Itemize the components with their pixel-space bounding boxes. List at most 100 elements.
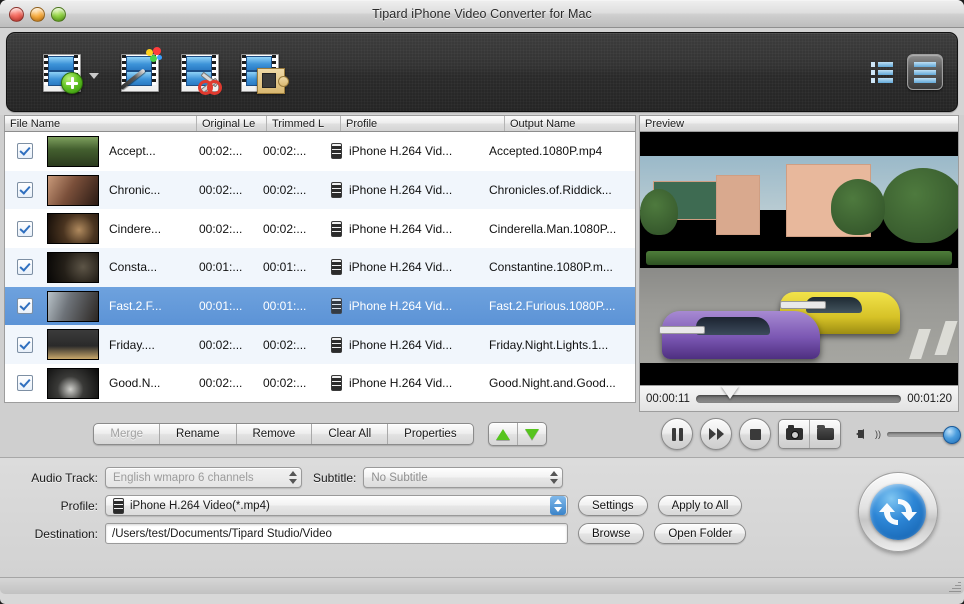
total-time: 00:01:20	[907, 393, 952, 405]
table-row[interactable]: Cindere... 00:02:... 00:02:... iPhone H.…	[5, 209, 635, 248]
move-up-button[interactable]	[489, 423, 518, 445]
reorder-group	[488, 422, 547, 446]
cell-profile: iPhone H.264 Vid...	[331, 298, 489, 314]
speaker-icon[interactable]	[856, 429, 864, 439]
refresh-icon	[878, 492, 918, 532]
video-preview[interactable]	[639, 132, 959, 386]
toolbar-buttons	[7, 52, 279, 92]
subtitle-select[interactable]: No Subtitle	[363, 467, 563, 488]
row-checkbox[interactable]	[17, 221, 33, 237]
browse-button[interactable]: Browse	[578, 523, 644, 544]
table-row[interactable]: Accept... 00:02:... 00:02:... iPhone H.2…	[5, 132, 635, 171]
destination-input[interactable]: /Users/test/Documents/Tipard Studio/Vide…	[105, 523, 568, 544]
row-checkbox[interactable]	[17, 375, 33, 391]
edit-button[interactable]	[119, 52, 159, 92]
destination-label: Destination:	[0, 527, 105, 541]
subtitle-label: Subtitle:	[302, 471, 363, 485]
row-checkbox[interactable]	[17, 182, 33, 198]
row-checkbox[interactable]	[17, 298, 33, 314]
remove-button[interactable]: Remove	[237, 424, 313, 444]
cell-original-length: 00:01:...	[199, 260, 263, 274]
row-checkbox-cell	[5, 259, 45, 275]
seek-handle[interactable]	[721, 386, 739, 399]
file-list-header: File Name Original Le Trimmed L Profile …	[4, 115, 636, 132]
trim-button[interactable]	[179, 52, 219, 92]
toolbar-container	[0, 28, 964, 115]
cell-file-name: Friday....	[99, 338, 199, 352]
rename-button[interactable]: Rename	[160, 424, 236, 444]
seek-track[interactable]	[696, 395, 901, 403]
list-view-button[interactable]	[907, 54, 943, 90]
merge-button[interactable]: Merge	[94, 424, 160, 444]
row-checkbox[interactable]	[17, 143, 33, 159]
cell-trimmed-length: 00:02:...	[263, 376, 331, 390]
column-header-file-name[interactable]: File Name	[5, 116, 197, 131]
application-window: Tipard iPhone Video Converter for Mac	[0, 0, 964, 604]
profile-select[interactable]: iPhone H.264 Video(*.mp4)	[105, 495, 568, 516]
cell-output-name: Accepted.1080P.mp4	[489, 144, 635, 158]
thumbnail	[47, 368, 99, 399]
properties-button[interactable]: Properties	[388, 424, 472, 444]
tree	[640, 189, 678, 235]
cell-profile-text: iPhone H.264 Vid...	[349, 299, 452, 313]
capture-group	[778, 419, 841, 449]
iphone-icon	[113, 498, 124, 514]
stepper-icon[interactable]	[285, 468, 301, 487]
preview-panel: Preview	[639, 115, 959, 412]
row-checkbox-cell	[5, 182, 45, 198]
audio-track-select[interactable]: English wmapro 6 channels	[105, 467, 302, 488]
chevron-down-icon[interactable]	[89, 73, 99, 79]
spoiler	[780, 301, 826, 309]
volume-handle[interactable]	[943, 426, 961, 444]
fast-forward-icon	[709, 428, 724, 440]
title-bar: Tipard iPhone Video Converter for Mac	[0, 0, 964, 28]
cell-original-length: 00:02:...	[199, 376, 263, 390]
thumbnail	[47, 291, 99, 322]
settings-button[interactable]: Settings	[578, 495, 648, 516]
open-snapshot-folder-button[interactable]	[810, 420, 840, 448]
crop-button[interactable]	[239, 52, 279, 92]
row-checkbox[interactable]	[17, 259, 33, 275]
column-header-profile[interactable]: Profile	[341, 116, 505, 131]
table-row[interactable]: Friday.... 00:02:... 00:02:... iPhone H.…	[5, 325, 635, 364]
stepper-icon[interactable]	[550, 496, 566, 515]
column-header-original-length[interactable]: Original Le	[197, 116, 267, 131]
row-checkbox[interactable]	[17, 337, 33, 353]
table-row-selected[interactable]: Fast.2.F... 00:01:... 00:01:... iPhone H…	[5, 287, 635, 326]
window-title: Tipard iPhone Video Converter for Mac	[0, 7, 964, 21]
iphone-icon	[331, 182, 342, 198]
pause-button[interactable]	[661, 418, 693, 450]
stop-button[interactable]	[739, 418, 771, 450]
add-file-button[interactable]	[41, 52, 99, 92]
open-folder-button[interactable]: Open Folder	[654, 523, 746, 544]
close-button[interactable]	[9, 7, 24, 22]
convert-icon-background	[870, 484, 926, 540]
detail-view-button[interactable]	[865, 55, 899, 89]
film-scissors-icon	[179, 52, 219, 92]
volume-track[interactable]	[887, 432, 959, 437]
column-header-output-name[interactable]: Output Name	[505, 116, 635, 131]
stepper-icon[interactable]	[546, 468, 562, 487]
minimize-button[interactable]	[30, 7, 45, 22]
snapshot-button[interactable]	[779, 420, 810, 448]
seek-bar: 00:00:11 00:01:20	[639, 386, 959, 412]
cell-original-length: 00:02:...	[199, 222, 263, 236]
profile-label: Profile:	[0, 499, 105, 513]
clear-all-button[interactable]: Clear All	[312, 424, 388, 444]
table-row[interactable]: Consta... 00:01:... 00:01:... iPhone H.2…	[5, 248, 635, 287]
zoom-button[interactable]	[51, 7, 66, 22]
table-row[interactable]: Good.N... 00:02:... 00:02:... iPhone H.2…	[5, 364, 635, 403]
cell-profile: iPhone H.264 Vid...	[331, 182, 489, 198]
audio-track-value: English wmapro 6 channels	[113, 472, 283, 484]
resize-grip[interactable]	[948, 581, 961, 592]
file-list-body: Accept... 00:02:... 00:02:... iPhone H.2…	[4, 132, 636, 403]
move-down-button[interactable]	[518, 423, 546, 445]
sound-waves-icon: ))	[875, 430, 881, 439]
fast-forward-button[interactable]	[700, 418, 732, 450]
cell-trimmed-length: 00:02:...	[263, 183, 331, 197]
column-header-trimmed-length[interactable]: Trimmed L	[267, 116, 341, 131]
spoiler	[659, 326, 705, 334]
convert-button[interactable]	[858, 472, 938, 552]
table-row[interactable]: Chronic... 00:02:... 00:02:... iPhone H.…	[5, 171, 635, 210]
apply-to-all-button[interactable]: Apply to All	[658, 495, 743, 516]
